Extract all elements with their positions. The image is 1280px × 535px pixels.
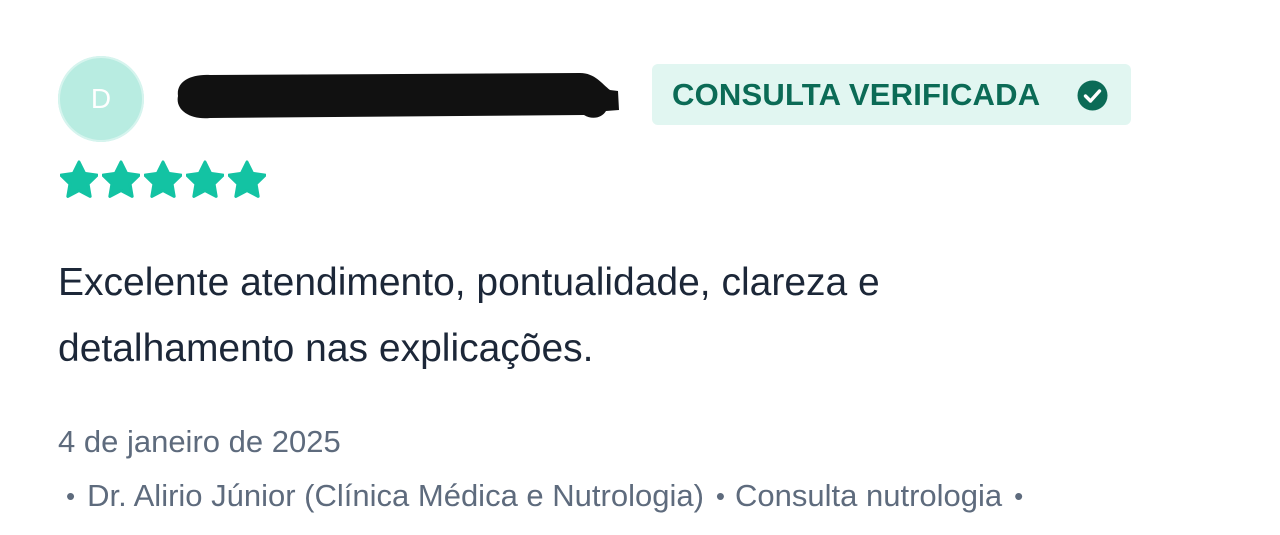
star-rating — [60, 160, 266, 202]
review-meta: • Dr. Alirio Júnior (Clínica Médica e Nu… — [66, 478, 1023, 514]
avatar-letter: D — [90, 83, 112, 114]
redacted-reviewer-name — [177, 73, 619, 119]
star-icon — [60, 160, 98, 198]
star-icon — [144, 160, 182, 198]
avatar: D — [58, 56, 144, 142]
badge-label: CONSULTA VERIFICADA — [672, 76, 1041, 112]
review-date: 4 de janeiro de 2025 — [58, 424, 341, 459]
bullet-separator: • — [1014, 480, 1024, 511]
check-circle-icon — [1077, 80, 1108, 111]
service-name: Consulta nutrologia — [735, 478, 1003, 513]
review-text: Excelente atendimento, pontualidade, cla… — [58, 261, 880, 370]
review-card: D CONSULTA VERIFICADA Excelente atendime… — [0, 0, 1280, 535]
star-icon — [228, 160, 266, 198]
bullet-separator: • — [715, 480, 726, 511]
doctor-name: Dr. Alirio Júnior (Clínica Médica e Nutr… — [87, 478, 704, 513]
star-icon — [186, 160, 224, 198]
verified-badge: CONSULTA VERIFICADA — [652, 64, 1131, 125]
star-icon — [102, 160, 140, 198]
bullet-separator: • — [66, 480, 76, 511]
